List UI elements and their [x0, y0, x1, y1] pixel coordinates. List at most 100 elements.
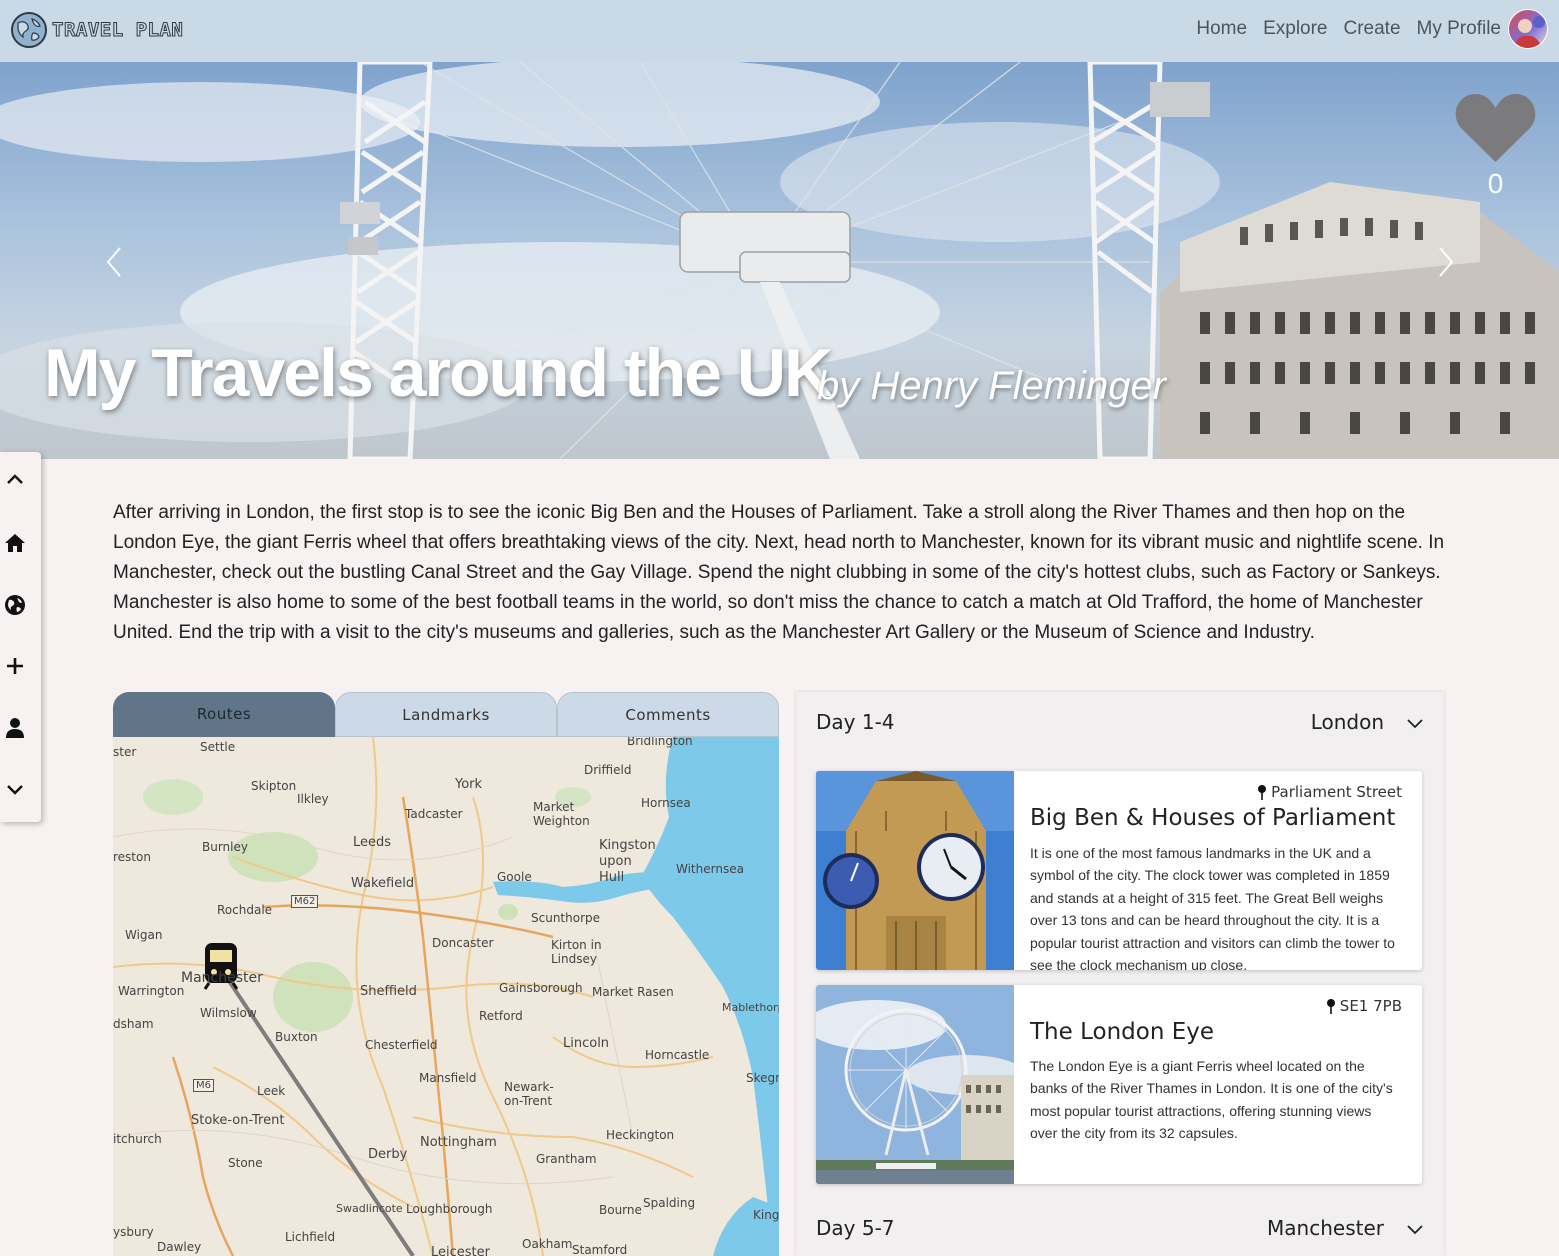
map-label: Manchester — [181, 970, 263, 986]
day-header[interactable]: Day 1-4 London — [816, 710, 1426, 740]
day-city: Manchester — [1267, 1216, 1384, 1240]
main-nav: Home Explore Create My Profile — [1196, 18, 1501, 40]
globe-icon[interactable] — [3, 593, 27, 617]
map-label: Goole — [497, 870, 532, 884]
map-label: dsham — [113, 1017, 154, 1031]
landmark-image — [816, 985, 1014, 1184]
map-label: M6 — [193, 1079, 214, 1092]
nav-home-link[interactable]: Home — [1196, 18, 1247, 40]
plus-icon[interactable] — [3, 654, 27, 678]
map-label: Doncaster — [432, 936, 494, 950]
chevron-left-icon[interactable] — [100, 242, 130, 282]
day-range: Day 1-4 — [816, 710, 895, 734]
page-title: My Travels around the UK — [44, 335, 833, 411]
map-label: Horncastle — [645, 1048, 710, 1062]
landmark-description: The London Eye is a giant Ferris wheel l… — [1030, 1058, 1393, 1142]
map-label: Wilmslow — [200, 1006, 257, 1020]
landmark-location: Parliament Street — [1257, 783, 1402, 801]
app-logo[interactable]: TRAVEL PLAN — [10, 11, 183, 49]
nav-create-link[interactable]: Create — [1344, 18, 1401, 40]
landmark-description: It is one of the most famous landmarks i… — [1030, 845, 1395, 970]
landmark-card[interactable]: SE1 7PB The London Eye The London Eye is… — [816, 985, 1422, 1184]
map-label: Leicester — [431, 1245, 490, 1256]
like-count: 0 — [1487, 168, 1504, 199]
map-label: Withernsea — [676, 862, 744, 876]
map-label: Derby — [368, 1147, 408, 1162]
map-label: Kingston upon Hull — [599, 838, 656, 885]
map-label: Leek — [257, 1084, 286, 1098]
map-label: Swadlincote — [336, 1202, 403, 1215]
map-label: itchurch — [113, 1132, 162, 1146]
tab-comments[interactable]: Comments — [557, 692, 779, 737]
map-label: Skipton — [251, 779, 297, 793]
landmark-address: SE1 7PB — [1339, 997, 1402, 1015]
app-name: TRAVEL PLAN — [51, 19, 184, 42]
map-pin-icon — [1326, 999, 1335, 1014]
map-label: Ilkley — [297, 792, 329, 806]
map-label: Chesterfield — [365, 1038, 438, 1052]
map-label: Sheffield — [360, 984, 417, 999]
side-menu — [0, 452, 41, 822]
day-city: London — [1310, 710, 1384, 734]
landmark-card[interactable]: Parliament Street Big Ben & Houses of Pa… — [816, 771, 1422, 970]
tab-landmarks[interactable]: Landmarks — [335, 692, 557, 737]
chevron-down-icon[interactable] — [1404, 712, 1426, 734]
map-label: York — [455, 777, 483, 792]
heart-icon — [1455, 94, 1536, 162]
map-label: Mansfield — [419, 1071, 477, 1085]
map-label: Wakefield — [351, 876, 415, 891]
map-label: Retford — [479, 1009, 523, 1023]
itinerary-panel: Day 1-4 London Parliament Street Big Ben… — [796, 692, 1444, 1256]
map-label: Scunthorpe — [531, 911, 601, 925]
tab-routes[interactable]: Routes — [113, 692, 335, 737]
nav-profile-link[interactable]: My Profile — [1417, 18, 1501, 40]
map-label: Heckington — [606, 1128, 675, 1142]
landmark-title: Big Ben & Houses of Parliament — [1030, 805, 1396, 831]
map-label: Stamford — [572, 1243, 628, 1256]
globe-logo-icon — [11, 12, 47, 48]
map-label: Burnley — [202, 840, 248, 854]
hero-banner: 0 My Travels around the UK by Henry Flem… — [0, 62, 1559, 459]
map-label: Settle — [200, 740, 236, 754]
map-label: ysbury — [113, 1225, 154, 1239]
avatar[interactable] — [1508, 9, 1548, 49]
map-label: Hornsea — [641, 796, 691, 810]
map-label: Grantham — [536, 1152, 597, 1166]
map-label: Tadcaster — [405, 807, 463, 821]
route-map[interactable]: ster Settle Bridlington Driffield Skipto… — [113, 737, 779, 1256]
landmark-image — [816, 771, 1014, 970]
map-label: Nottingham — [420, 1135, 497, 1150]
map-label: Kirton in Lindsey — [551, 938, 602, 966]
map-label: Lincoln — [563, 1036, 610, 1051]
map-label: Buxton — [275, 1030, 318, 1044]
chevron-up-icon[interactable] — [3, 468, 27, 492]
landmark-location: SE1 7PB — [1326, 997, 1402, 1015]
home-icon[interactable] — [3, 531, 27, 555]
like-button[interactable]: 0 — [1453, 90, 1538, 200]
day-range: Day 5-7 — [816, 1216, 895, 1240]
chevron-down-icon[interactable] — [3, 777, 27, 801]
avatar-image — [1513, 16, 1545, 48]
page-author: by Henry Fleminger — [817, 364, 1167, 408]
map-label: reston — [113, 850, 151, 864]
top-navbar: TRAVEL PLAN Home Explore Create My Profi… — [0, 0, 1559, 62]
map-label: Bourne — [599, 1203, 642, 1217]
map-label: Lichfield — [285, 1230, 336, 1244]
chevron-down-icon[interactable] — [1404, 1218, 1426, 1240]
landmark-address: Parliament Street — [1271, 783, 1402, 801]
nav-explore-link[interactable]: Explore — [1263, 18, 1327, 40]
map-label: Leeds — [353, 835, 392, 850]
day-header[interactable]: Day 5-7 Manchester — [816, 1216, 1426, 1246]
landmark-title: The London Eye — [1030, 1019, 1214, 1045]
map-label: Driffield — [584, 763, 632, 777]
user-icon[interactable] — [3, 716, 27, 740]
map-label: Warrington — [118, 984, 185, 998]
map-label: Oakham — [522, 1237, 573, 1251]
map-label: Loughborough — [406, 1202, 493, 1216]
map-label: Mablethorp — [722, 1001, 779, 1014]
map-label: Market Weighton — [533, 800, 590, 828]
map-label: Bridlington — [627, 737, 693, 748]
map-label: Dawley — [157, 1240, 202, 1254]
chevron-right-icon[interactable] — [1430, 242, 1460, 282]
map-label: Market Rasen — [592, 985, 674, 999]
